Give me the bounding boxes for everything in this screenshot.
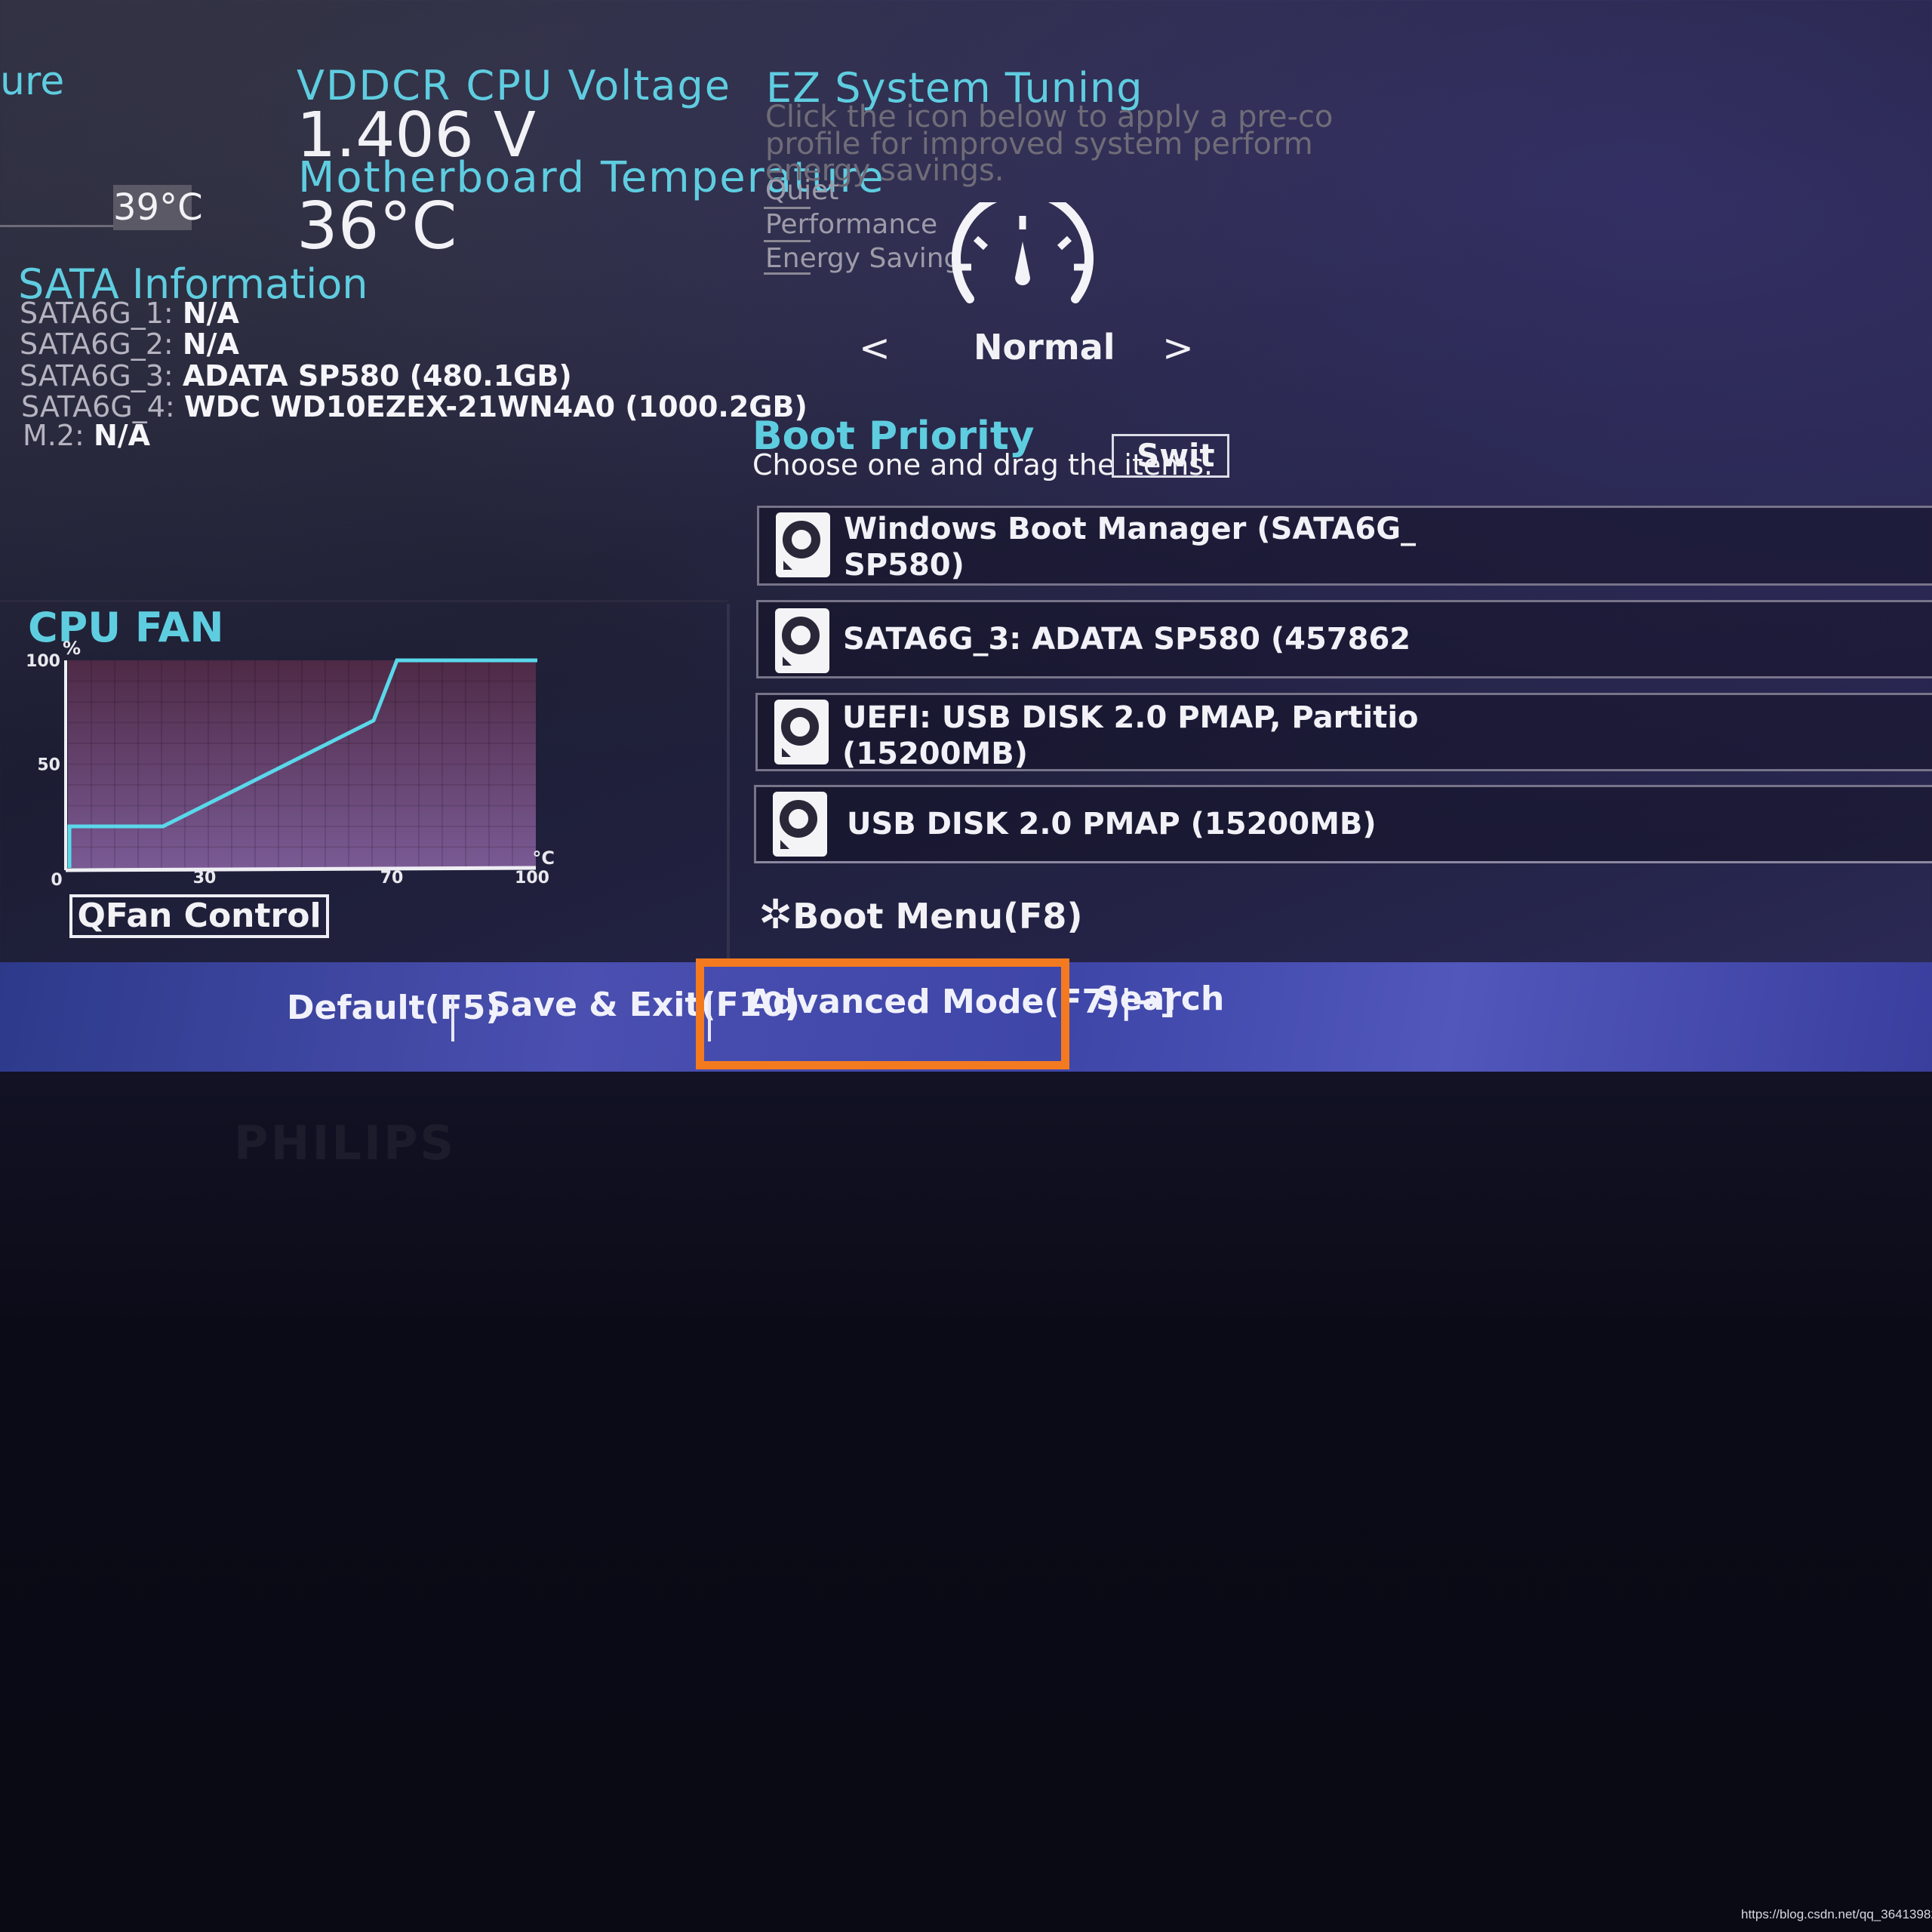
x-tick-label: 100 [515,869,549,888]
x-tick-label: 30 [193,869,217,888]
sata-value: N/A [182,328,239,361]
section-divider [0,600,728,602]
sata-value: N/A [93,419,151,452]
cpu-temperature-value: 39°C [113,185,203,230]
hard-disk-icon [773,792,827,857]
hard-disk-icon [774,700,829,764]
watermark: https://blog.csdn.net/qq_36413982 [1741,1907,1932,1921]
tuning-option-performance[interactable]: Performance [765,209,937,240]
boot-menu-icon: ✲ [758,891,793,938]
boot-item-line: Windows Boot Manager (SATA6G_ [844,512,1417,546]
sata-value: ADATA SP580 (480.1GB) [182,359,572,392]
x-tick-label: 70 [380,869,404,888]
boot-item[interactable]: UEFI: USB DISK 2.0 PMAP, Partitio (15200M… [755,693,1932,771]
divider [764,272,811,275]
profile-prev-button[interactable]: < [859,326,891,370]
boot-item[interactable]: SATA6G_3: ADATA SP580 (457862 [756,600,1932,678]
boot-item-label: USB DISK 2.0 PMAP (15200MB) [847,806,1377,842]
cpu-fan-chart[interactable]: 0 30 70 100 50 100% °C [0,634,589,891]
x-axis-unit: °C [532,848,555,869]
tuning-option-quiet[interactable]: Quiet [765,175,838,206]
boot-menu-label: Boot Menu(F8) [792,896,1083,937]
boot-item-line: (15200MB) [842,737,1029,771]
tuning-option-energy-saving[interactable]: Energy Saving [765,243,961,274]
hard-disk-icon [775,608,829,673]
speedometer-icon[interactable] [947,202,1098,304]
sata-label: SATA6G_2: [20,328,174,361]
search-button[interactable]: Search [1096,980,1224,1018]
profile-next-button[interactable]: > [1162,326,1194,370]
boot-item-line: SP580) [844,548,964,583]
boot-item-label: Windows Boot Manager (SATA6G_ SP580) [844,511,1416,583]
boot-item[interactable]: USB DISK 2.0 PMAP (15200MB) [754,785,1932,863]
sata-label: SATA6G_3: [20,359,174,392]
current-profile: Normal [974,327,1115,368]
boot-item-label: UEFI: USB DISK 2.0 PMAP, Partitio (15200M… [842,700,1419,772]
y-tick-label: 100 [26,652,60,671]
y-axis-unit: % [63,638,81,659]
boot-item-line: UEFI: USB DISK 2.0 PMAP, Partitio [842,700,1419,735]
temperature-bar [0,225,113,227]
sata-value: N/A [182,297,239,330]
boot-item-label: SATA6G_3: ADATA SP580 (457862 [843,621,1411,657]
monitor-bezel [0,1072,1932,1932]
cpu-temperature-title: ure [0,59,65,104]
default-button[interactable]: Default(F5) [287,989,501,1027]
sata-row: SATA6G_3: ADATA SP580 (480.1GB) [20,359,572,392]
highlight-box [696,958,1069,1069]
section-divider [727,604,730,958]
sata-row: SATA6G_2: N/A [20,328,239,361]
divider [764,240,811,242]
sata-label: SATA6G_1: [20,297,174,330]
boot-item-line: SATA6G_3: ADATA SP580 (457862 [843,622,1411,657]
sata-label: M.2: [23,419,85,452]
tick-label-origin: 0 [51,871,62,890]
qfan-control-button[interactable]: QFan Control [69,894,329,938]
sata-row: M.2: N/A [23,419,150,452]
monitor-brand-logo: PHILIPS [234,1115,457,1171]
mb-temperature-value: 36°C [297,189,457,264]
x-axis [65,866,537,872]
switch-all-button[interactable]: Swit [1112,434,1229,478]
boot-menu-button[interactable]: ✲Boot Menu(F8) [758,891,1082,938]
separator [451,995,454,1041]
sata-value: WDC WD10EZEX-21WN4A0 (1000.2GB) [183,390,808,423]
boot-item-line: USB DISK 2.0 PMAP (15200MB) [847,807,1377,841]
boot-item[interactable]: Windows Boot Manager (SATA6G_ SP580) [757,506,1932,586]
y-tick-label: 50 [37,756,60,775]
hard-disk-icon [776,512,830,577]
sata-row: SATA6G_1: N/A [20,297,239,330]
